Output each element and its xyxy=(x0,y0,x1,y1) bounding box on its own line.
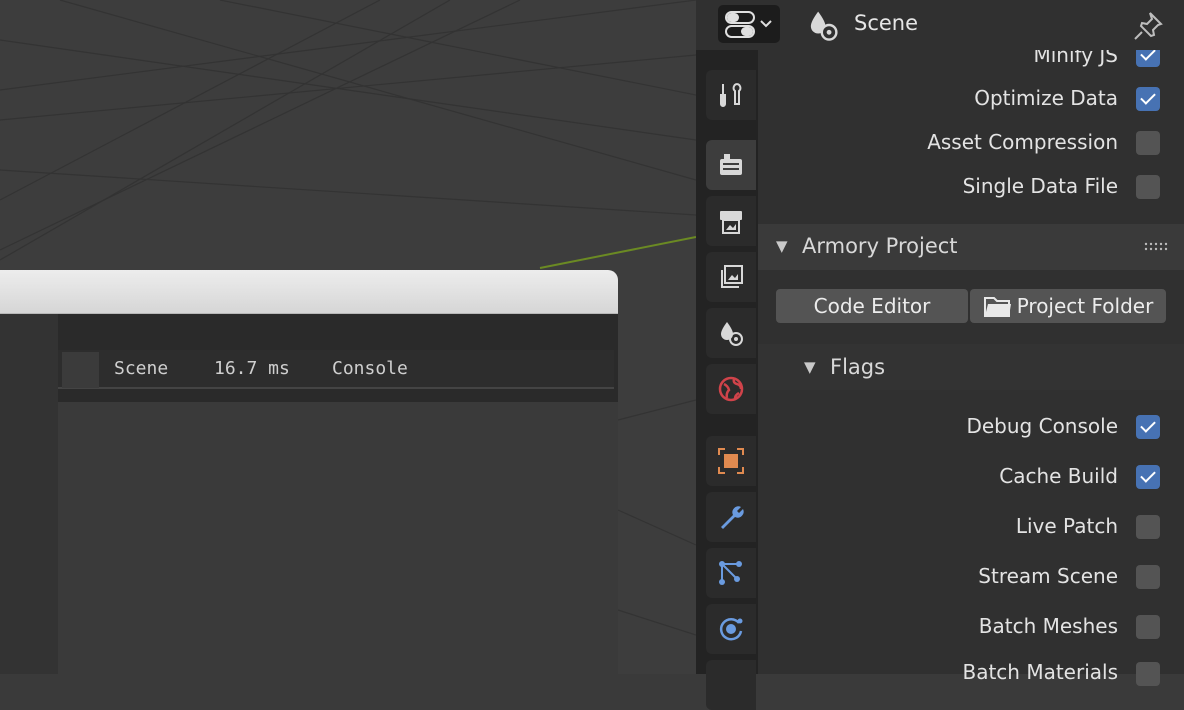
checkbox-optimize-data[interactable] xyxy=(1136,87,1160,111)
properties-editor-icon xyxy=(725,11,772,38)
panel-flags-header[interactable] xyxy=(758,344,1184,390)
particles-icon xyxy=(719,561,742,585)
output-icon xyxy=(720,211,742,234)
label-batch-materials: Batch Materials xyxy=(962,660,1118,684)
project-folder-button[interactable]: Project Folder xyxy=(970,289,1166,323)
label-live-patch: Live Patch xyxy=(1015,514,1118,538)
player-content xyxy=(58,402,618,674)
code-editor-label: Code Editor xyxy=(813,294,931,318)
tab-constraints[interactable] xyxy=(706,660,756,710)
tab-object[interactable] xyxy=(706,436,756,486)
label-cache-build: Cache Build xyxy=(999,464,1118,488)
player-left-strip xyxy=(0,314,58,674)
scene-icon xyxy=(721,322,743,346)
view-layer-icon xyxy=(721,265,743,288)
modifier-icon xyxy=(721,506,744,529)
drag-handle-icon[interactable] xyxy=(1144,242,1168,252)
tab-world[interactable] xyxy=(706,364,756,414)
hud-tab-console[interactable]: Console xyxy=(332,358,408,379)
context-title: Scene xyxy=(854,11,919,35)
tab-physics[interactable] xyxy=(706,604,756,654)
scene-header-icon xyxy=(810,11,838,41)
flags-title: Flags xyxy=(830,355,886,379)
checkbox-debug-console[interactable] xyxy=(1136,415,1160,439)
tab-render[interactable] xyxy=(706,140,756,190)
tab-tool[interactable] xyxy=(706,70,756,120)
x-axis-line xyxy=(539,236,696,269)
checkbox-stream-scene[interactable] xyxy=(1136,565,1160,589)
player-titlebar[interactable] xyxy=(0,270,618,314)
checkbox-single-data-file[interactable] xyxy=(1136,175,1160,199)
label-single-data-file: Single Data File xyxy=(962,174,1118,198)
pin-icon[interactable] xyxy=(1132,10,1164,42)
tab-scene[interactable] xyxy=(706,308,756,358)
hud-tab-scene[interactable]: Scene xyxy=(114,358,168,379)
checkbox-asset-compression[interactable] xyxy=(1136,131,1160,155)
checkbox-cache-build[interactable] xyxy=(1136,465,1160,489)
physics-icon xyxy=(719,618,743,641)
editor-type-button[interactable] xyxy=(718,5,780,43)
tab-view-layer[interactable] xyxy=(706,252,756,302)
project-folder-label: Project Folder xyxy=(1016,294,1154,318)
object-icon xyxy=(718,448,744,474)
label-optimize-data: Optimize Data xyxy=(974,86,1118,110)
properties-tab-bar xyxy=(696,0,758,710)
hud-tab-frame-time[interactable]: 16.7 ms xyxy=(214,358,290,379)
label-asset-compression: Asset Compression xyxy=(927,130,1118,154)
tool-icon xyxy=(720,83,742,107)
render-icon xyxy=(720,154,742,175)
properties-editor: Minify JS Scene Optimize Data Asset Comp… xyxy=(696,0,1184,710)
armory-project-title: Armory Project xyxy=(802,234,958,258)
tab-particles[interactable] xyxy=(706,548,756,598)
checkbox-live-patch[interactable] xyxy=(1136,515,1160,539)
label-batch-meshes: Batch Meshes xyxy=(978,614,1118,638)
checkbox-batch-materials[interactable] xyxy=(1136,662,1160,686)
code-editor-button[interactable]: Code Editor xyxy=(776,289,968,323)
hud-collapse-button[interactable] xyxy=(62,352,99,388)
label-debug-console: Debug Console xyxy=(966,414,1118,438)
folder-icon xyxy=(983,297,1011,317)
armory-project-expand-icon[interactable]: ▼ xyxy=(776,237,788,255)
label-stream-scene: Stream Scene xyxy=(978,564,1118,588)
tab-modifier[interactable] xyxy=(706,492,756,542)
properties-header: Scene xyxy=(696,0,1184,50)
checkbox-batch-meshes[interactable] xyxy=(1136,615,1160,639)
player-window: Scene 16.7 ms Console xyxy=(0,270,618,674)
tab-output[interactable] xyxy=(706,196,756,246)
world-icon xyxy=(718,376,744,402)
flags-expand-icon[interactable]: ▼ xyxy=(804,358,816,376)
